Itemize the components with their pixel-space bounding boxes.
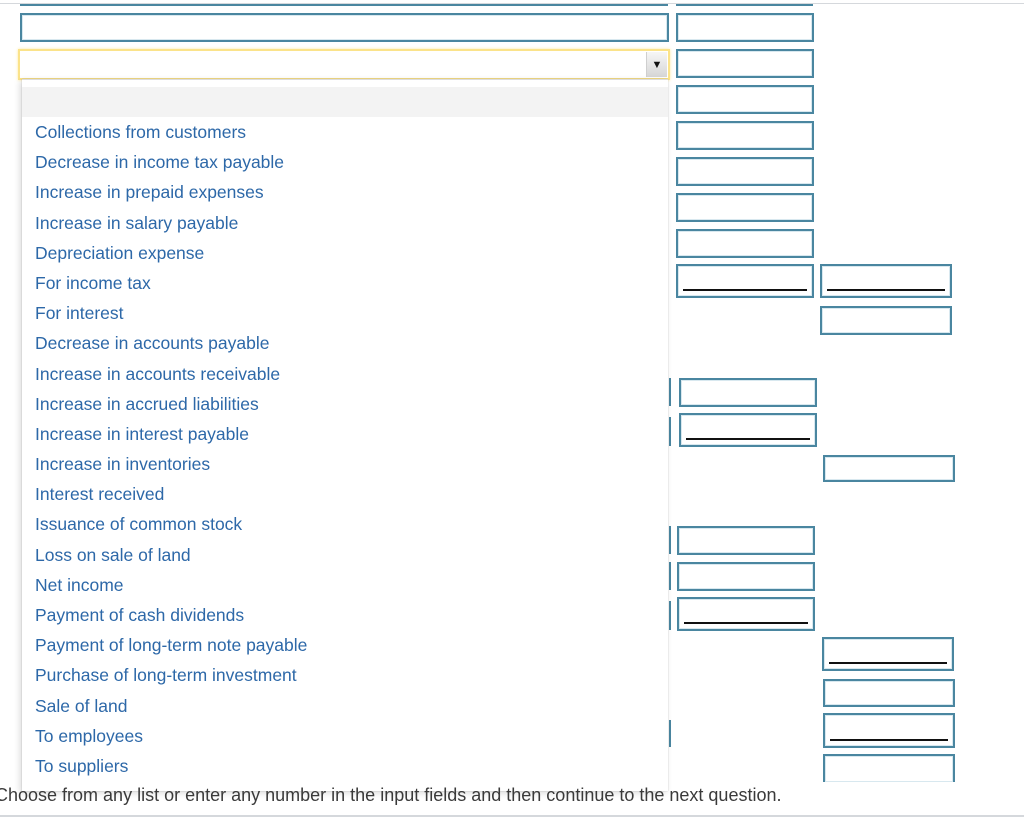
amount-input[interactable] <box>676 157 814 186</box>
dropdown-option[interactable]: Increase in prepaid expenses <box>22 177 668 207</box>
dropdown-option[interactable]: Payment of cash dividends <box>22 600 668 630</box>
subtotal-input[interactable] <box>679 413 817 447</box>
dropdown-option[interactable]: Payment of long-term note payable <box>22 630 668 660</box>
amount-input[interactable] <box>823 679 955 707</box>
dropdown-option[interactable]: Loss on sale of land <box>22 540 668 570</box>
dropdown-option[interactable]: To employees <box>22 721 668 751</box>
dropdown-option[interactable]: Purchase of long-term investment <box>22 660 668 690</box>
previous-amount-bottom-edge <box>676 4 813 6</box>
dropdown-option[interactable]: To suppliers <box>22 751 668 781</box>
dropdown-option[interactable]: Increase in salary payable <box>22 208 668 238</box>
dropdown-option[interactable]: For interest <box>22 298 668 328</box>
total-input[interactable] <box>822 637 954 671</box>
amount-input[interactable] <box>676 121 814 150</box>
amount-input[interactable] <box>676 193 814 222</box>
account-select[interactable]: ▼ <box>18 49 670 80</box>
dropdown-option[interactable]: Decrease in income tax payable <box>22 147 668 177</box>
dropdown-option[interactable]: For income tax <box>22 268 668 298</box>
hidden-input-edge <box>669 417 671 446</box>
hidden-input-edge <box>669 720 671 747</box>
dropdown-option[interactable]: Increase in accrued liabilities <box>22 389 668 419</box>
account-dropdown-list[interactable]: Collections from customers Decrease in i… <box>22 79 668 791</box>
dropdown-option[interactable]: Increase in accounts receivable <box>22 359 668 389</box>
amount-input[interactable] <box>677 526 815 555</box>
amount-input[interactable] <box>679 378 817 407</box>
amount-input[interactable] <box>823 754 955 782</box>
hidden-input-edge <box>669 378 671 406</box>
total-input[interactable] <box>823 455 955 482</box>
total-input[interactable] <box>823 713 955 748</box>
account-label-input[interactable] <box>20 13 669 42</box>
dropdown-option[interactable]: Increase in interest payable <box>22 419 668 449</box>
total-input[interactable] <box>820 264 952 298</box>
hidden-input-edge <box>669 562 671 590</box>
amount-input[interactable] <box>676 85 814 114</box>
amount-input[interactable] <box>676 229 814 258</box>
subtotal-input[interactable] <box>676 264 814 298</box>
dropdown-option-blank[interactable] <box>22 87 668 117</box>
amount-input[interactable] <box>676 13 814 42</box>
dropdown-option[interactable]: Collections from customers <box>22 117 668 147</box>
dropdown-option[interactable]: Increase in inventories <box>22 449 668 479</box>
previous-input-bottom-edge <box>20 4 668 6</box>
amount-input[interactable] <box>677 562 815 591</box>
dropdown-option[interactable]: Depreciation expense <box>22 238 668 268</box>
instruction-text: Choose from any list or enter any number… <box>0 785 782 805</box>
amount-input[interactable] <box>676 49 814 78</box>
dropdown-option[interactable]: Net income <box>22 570 668 600</box>
dropdown-option[interactable]: Decrease in accounts payable <box>22 328 668 358</box>
dropdown-option[interactable]: Sale of land <box>22 691 668 721</box>
subtotal-input[interactable] <box>677 597 815 631</box>
dropdown-option[interactable]: Interest received <box>22 479 668 509</box>
dropdown-option[interactable]: Issuance of common stock <box>22 509 668 539</box>
hidden-input-edge <box>669 601 671 630</box>
hidden-input-edge <box>669 526 671 554</box>
amount-input[interactable] <box>820 306 952 335</box>
triangle-down-icon[interactable]: ▼ <box>646 52 667 77</box>
